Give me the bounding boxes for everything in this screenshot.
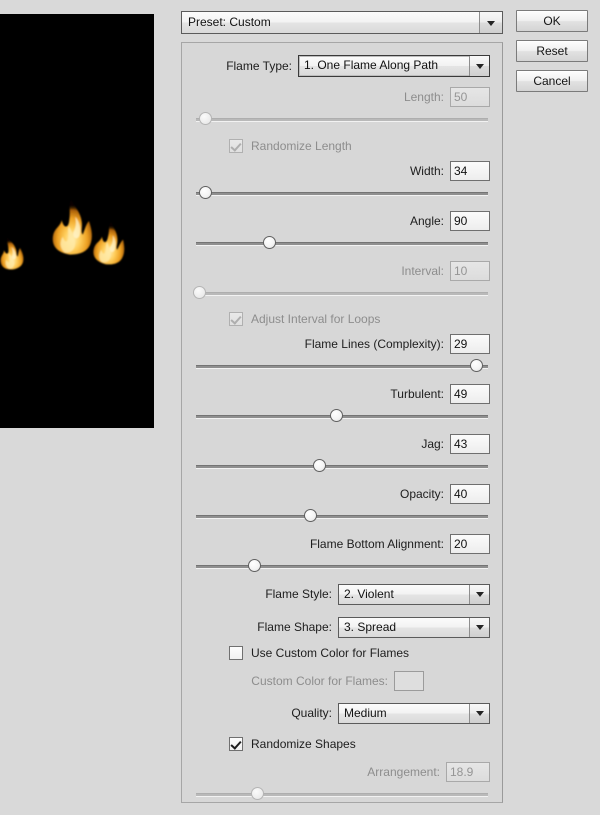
flame-shape-value: 3. Spread: [344, 619, 397, 634]
row-flame-bottom-alignment: Flame Bottom Alignment:: [182, 534, 502, 554]
preview-flames-svg: [0, 14, 154, 428]
angle-slider-thumb[interactable]: [263, 236, 276, 249]
flame-style-dropdown[interactable]: 2. Violent: [338, 583, 490, 605]
row-length: Length:: [182, 87, 502, 107]
quality-label: Quality:: [291, 706, 332, 720]
interval-slider-thumb[interactable]: [192, 286, 206, 299]
flame-bottom-alignment-slider[interactable]: [182, 559, 502, 573]
width-slider[interactable]: [182, 186, 502, 200]
arrangement-input[interactable]: [446, 762, 490, 782]
row-angle: Angle:: [182, 211, 502, 231]
randomize-length-checkbox[interactable]: [229, 139, 243, 153]
flame-bottom-alignment-slider-thumb[interactable]: [248, 559, 262, 572]
row-opacity: Opacity:: [182, 484, 502, 504]
preset-row: Preset: Custom: [181, 11, 503, 34]
chevron-down-icon[interactable]: [469, 584, 489, 604]
use-custom-color-checkbox[interactable]: [229, 646, 243, 660]
reset-button[interactable]: Reset: [516, 40, 588, 62]
flame-type-value: 1. One Flame Along Path: [304, 58, 439, 72]
row-interval: Interval:: [182, 261, 502, 281]
length-input[interactable]: [450, 87, 490, 107]
row-turbulent: Turbulent:: [182, 384, 502, 404]
adjust-interval-checkbox[interactable]: [229, 312, 243, 326]
angle-slider[interactable]: [182, 236, 502, 250]
row-arrangement: Arrangement:: [182, 762, 502, 782]
flame-shape-dropdown[interactable]: 3. Spread: [338, 616, 490, 638]
preview-canvas[interactable]: [0, 14, 154, 428]
flame-type-dropdown[interactable]: 1. One Flame Along Path: [298, 55, 490, 77]
width-label: Width:: [409, 164, 444, 178]
flame-bottom-alignment-input[interactable]: [450, 534, 490, 554]
row-randomize-shapes: Randomize Shapes: [182, 735, 502, 753]
row-quality: Quality: Medium: [182, 702, 502, 724]
width-input[interactable]: [450, 161, 490, 181]
turbulent-label: Turbulent:: [390, 387, 444, 401]
preset-dropdown-value: Preset: Custom: [188, 15, 271, 29]
flame-lines-label: Flame Lines (Complexity):: [304, 337, 444, 351]
row-flame-lines: Flame Lines (Complexity):: [182, 334, 502, 354]
flame-type-label: Flame Type:: [226, 59, 292, 73]
row-flame-shape: Flame Shape: 3. Spread: [182, 616, 502, 638]
use-custom-color-label: Use Custom Color for Flames: [251, 646, 410, 660]
custom-color-label: Custom Color for Flames:: [251, 674, 388, 688]
ok-button[interactable]: OK: [516, 10, 588, 32]
width-slider-thumb[interactable]: [198, 186, 212, 199]
length-label: Length:: [403, 90, 444, 104]
flame-lines-input[interactable]: [450, 334, 490, 354]
turbulent-input[interactable]: [450, 384, 490, 404]
flame-lines-slider-thumb[interactable]: [470, 359, 484, 372]
length-slider-thumb[interactable]: [198, 112, 212, 125]
preset-dropdown[interactable]: Preset: Custom: [181, 11, 503, 34]
row-flame-type: Flame Type: 1. One Flame Along Path: [182, 55, 502, 77]
arrangement-slider[interactable]: [182, 787, 502, 801]
angle-label: Angle:: [409, 214, 444, 228]
cancel-button[interactable]: Cancel: [516, 70, 588, 92]
row-randomize-length: Randomize Length: [182, 137, 502, 155]
randomize-shapes-label: Randomize Shapes: [251, 737, 356, 751]
flame-style-value: 2. Violent: [344, 586, 394, 601]
adjust-interval-label: Adjust Interval for Loops: [251, 312, 381, 326]
row-adjust-interval: Adjust Interval for Loops: [182, 310, 502, 328]
flame-bottom-alignment-label: Flame Bottom Alignment:: [309, 537, 444, 551]
row-use-custom-color: Use Custom Color for Flames: [182, 644, 502, 662]
row-custom-color: Custom Color for Flames:: [182, 671, 502, 691]
arrangement-label: Arrangement:: [367, 765, 440, 779]
quality-value: Medium: [344, 705, 387, 720]
chevron-down-icon[interactable]: [469, 56, 489, 76]
randomize-shapes-checkbox[interactable]: [229, 737, 243, 751]
row-flame-style: Flame Style: 2. Violent: [182, 583, 502, 605]
jag-label: Jag:: [421, 437, 444, 451]
dialog-button-column: OK Reset Cancel: [516, 10, 590, 100]
row-width: Width:: [182, 161, 502, 181]
turbulent-slider-thumb[interactable]: [330, 409, 344, 422]
randomize-length-label: Randomize Length: [251, 139, 352, 153]
angle-input[interactable]: [450, 211, 490, 231]
chevron-down-icon[interactable]: [479, 12, 502, 33]
custom-color-swatch[interactable]: [394, 671, 424, 691]
turbulent-slider[interactable]: [182, 409, 502, 423]
interval-slider[interactable]: [182, 286, 502, 300]
opacity-label: Opacity:: [399, 487, 444, 501]
flame-options-panel: Flame Type: 1. One Flame Along Path Leng…: [181, 42, 503, 803]
interval-input[interactable]: [450, 261, 490, 281]
opacity-slider-thumb[interactable]: [303, 509, 317, 522]
row-jag: Jag:: [182, 434, 502, 454]
arrangement-slider-thumb[interactable]: [251, 787, 265, 800]
flame-lines-slider[interactable]: [182, 359, 502, 373]
flame-shape-label: Flame Shape:: [257, 620, 332, 634]
jag-slider[interactable]: [182, 459, 502, 473]
opacity-slider[interactable]: [182, 509, 502, 523]
interval-label: Interval:: [401, 264, 444, 278]
jag-input[interactable]: [450, 434, 490, 454]
opacity-input[interactable]: [450, 484, 490, 504]
jag-slider-thumb[interactable]: [312, 459, 326, 472]
chevron-down-icon[interactable]: [469, 617, 489, 637]
chevron-down-icon[interactable]: [469, 703, 489, 723]
quality-dropdown[interactable]: Medium: [338, 702, 490, 724]
length-slider[interactable]: [182, 112, 502, 126]
flame-style-label: Flame Style:: [265, 587, 332, 601]
